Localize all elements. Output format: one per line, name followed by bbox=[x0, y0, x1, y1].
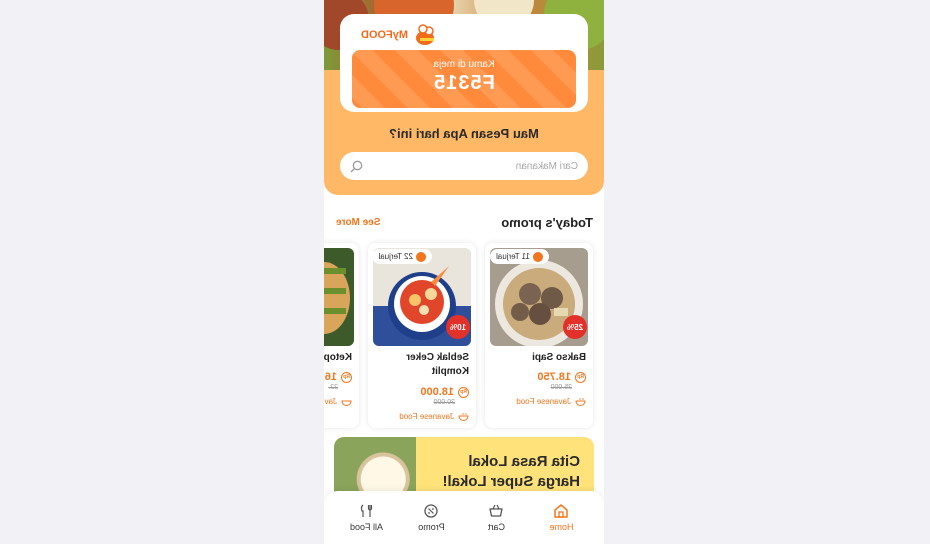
home-icon bbox=[554, 504, 569, 518]
search-input[interactable]: Cari Makanan bbox=[371, 161, 578, 172]
food-name: Bakso Sapi bbox=[532, 352, 586, 363]
bowl-icon bbox=[341, 400, 352, 406]
sold-count-badge: 22 Terjual bbox=[372, 249, 432, 264]
table-label: Kamu di meja bbox=[433, 59, 495, 70]
promo-header: Today's promo See More bbox=[324, 215, 604, 233]
discount-badge: 10% bbox=[446, 315, 470, 339]
price-row: Rp 16. bbox=[324, 371, 352, 383]
old-price: 20.000 bbox=[433, 399, 455, 406]
cart-icon bbox=[489, 504, 504, 517]
nav-promo[interactable]: Promo bbox=[404, 503, 460, 532]
hero-section: MyFOOD Kamu di meja F5315 Mau Pesan Apa … bbox=[324, 0, 604, 195]
nav-all-food[interactable]: All Food bbox=[339, 503, 395, 532]
banner-subheadline: Harga Super Lokal! bbox=[442, 473, 580, 490]
sold-count: 11 Terjual bbox=[496, 252, 530, 261]
price-row: Rp 18.000 bbox=[420, 386, 469, 398]
promo-title: Today's promo bbox=[501, 215, 593, 230]
promo-card[interactable]: 22 Terjual 10% Seblak Ceker Komplit Rp 1… bbox=[368, 243, 476, 428]
food-name: Ketop bbox=[324, 352, 352, 363]
sold-count-badge: 11 Terjual bbox=[490, 249, 549, 264]
brand: MyFOOD bbox=[361, 24, 438, 46]
see-more-link[interactable]: See More bbox=[336, 217, 380, 228]
banner-headline: Cita Rasa Lokal bbox=[468, 453, 580, 470]
search-bar[interactable]: Cari Makanan bbox=[340, 152, 588, 180]
rupiah-icon: Rp bbox=[341, 371, 352, 383]
brand-name: MyFOOD bbox=[360, 29, 408, 41]
utensils-icon bbox=[361, 504, 373, 517]
fire-icon bbox=[416, 251, 426, 262]
food-price: 18.000 bbox=[420, 386, 454, 398]
phone-screen: MyFOOD Kamu di meja F5315 Mau Pesan Apa … bbox=[324, 0, 604, 544]
food-category: Javanese Food bbox=[399, 412, 454, 421]
category-row: Javanese Food bbox=[399, 412, 469, 421]
search-icon[interactable] bbox=[350, 160, 363, 173]
sold-count: 22 Terjual bbox=[378, 252, 413, 261]
category-row: Jav bbox=[325, 397, 352, 406]
table-info-banner: Kamu di meja F5315 bbox=[352, 50, 576, 108]
table-code: F5315 bbox=[433, 72, 495, 94]
old-price: 25.000 bbox=[550, 384, 572, 391]
rupiah-icon: Rp bbox=[458, 386, 469, 398]
nav-cart[interactable]: Cart bbox=[469, 503, 525, 532]
food-name: Seblak Ceker Komplit bbox=[406, 352, 469, 377]
food-price: 16. bbox=[324, 371, 337, 383]
category-row: Javanese Food bbox=[516, 397, 586, 406]
food-category: Jav bbox=[324, 397, 337, 406]
mirrored-view: MyFOOD Kamu di meja F5315 Mau Pesan Apa … bbox=[324, 0, 604, 544]
chef-logo-icon bbox=[412, 24, 438, 46]
nav-label: All Food bbox=[349, 522, 384, 532]
promo-card[interactable]: 11 Terjual 25% Bakso Sapi Rp 18.750 25.0… bbox=[485, 243, 593, 428]
bowl-icon bbox=[458, 413, 469, 421]
food-price: 18.750 bbox=[537, 371, 571, 383]
discount-badge: 25% bbox=[563, 315, 587, 339]
old-price: 22. bbox=[328, 384, 338, 391]
promo-card[interactable]: 35 Ketop Rp 16. 22. Jav bbox=[324, 243, 359, 428]
bowl-icon bbox=[575, 398, 586, 406]
food-image bbox=[324, 248, 354, 346]
promo-icon bbox=[424, 504, 439, 518]
fire-icon bbox=[533, 251, 543, 262]
nav-label: Cart bbox=[488, 522, 506, 532]
price-row: Rp 18.750 bbox=[537, 371, 586, 383]
bottom-navigation: Home Cart Promo All Food bbox=[324, 491, 604, 544]
nav-home[interactable]: Home bbox=[534, 503, 590, 532]
nav-label: Promo bbox=[418, 522, 445, 532]
header-card: MyFOOD Kamu di meja F5315 bbox=[340, 14, 588, 112]
rupiah-icon: Rp bbox=[575, 371, 586, 383]
hero-question: Mau Pesan Apa hari ini? bbox=[389, 126, 539, 141]
nav-label: Home bbox=[549, 522, 574, 532]
food-category: Javanese Food bbox=[516, 397, 571, 406]
